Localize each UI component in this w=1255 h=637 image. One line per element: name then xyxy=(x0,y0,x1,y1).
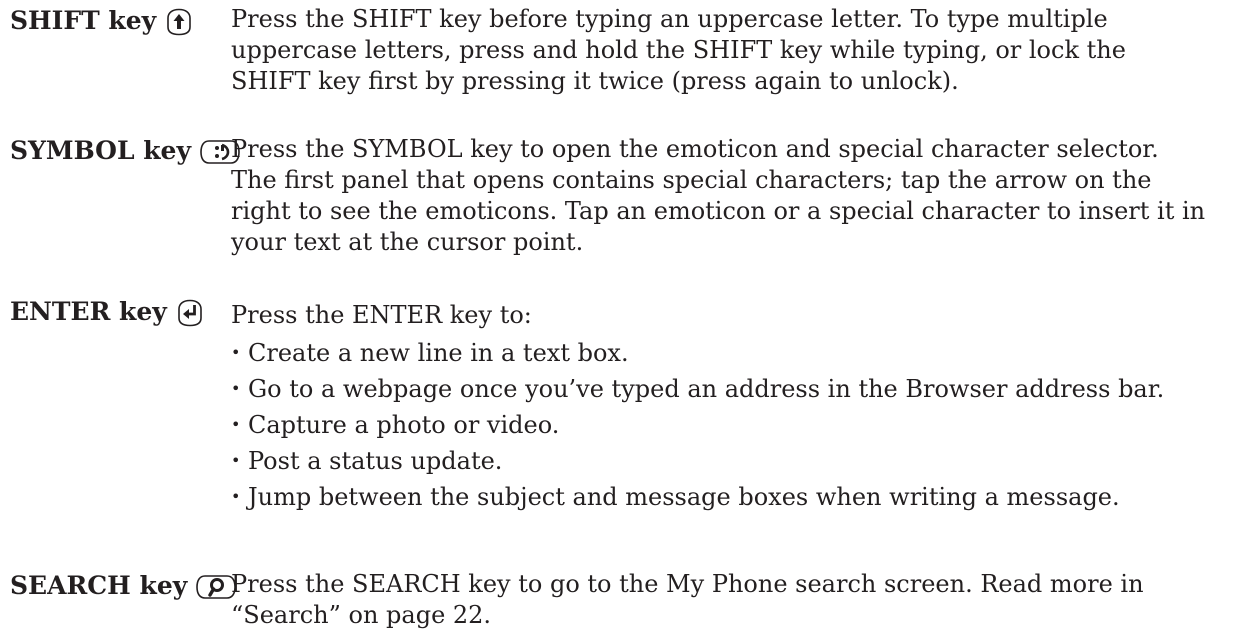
search-desc-line: “Search” on page 22. xyxy=(231,601,492,629)
enter-key-description: Press the ENTER key to: Create a new lin… xyxy=(231,295,1251,515)
symbol-desc-line: The first panel that opens contains spec… xyxy=(231,166,1152,194)
search-key-term: SEARCH key xyxy=(10,569,237,603)
list-item: Post a status update. xyxy=(231,443,1251,479)
symbol-key-description: Press the SYMBOL key to open the emotico… xyxy=(231,134,1251,258)
enter-bullet-list: Create a new line in a text box. Go to a… xyxy=(231,335,1251,515)
symbol-desc-line: right to see the emoticons. Tap an emoti… xyxy=(231,197,1206,225)
search-key-description: Press the SEARCH key to go to the My Pho… xyxy=(231,569,1251,631)
shift-key-label: SHIFT key xyxy=(10,6,157,35)
enter-key-term: ENTER key xyxy=(10,295,205,329)
shift-key-description: Press the SHIFT key before typing an upp… xyxy=(231,4,1251,97)
enter-key-label: ENTER key xyxy=(10,297,167,326)
symbol-key-term: SYMBOL key xyxy=(10,134,241,168)
list-item: Jump between the subject and message box… xyxy=(231,479,1251,515)
shift-desc-line: uppercase letters, press and hold the SH… xyxy=(231,36,1126,64)
shift-key-term: SHIFT key xyxy=(10,4,194,38)
search-key-label: SEARCH key xyxy=(10,571,188,600)
search-desc-line: Press the SEARCH key to go to the My Pho… xyxy=(231,570,1144,598)
enter-desc-lead: Press the ENTER key to: xyxy=(231,301,532,329)
list-item: Create a new line in a text box. xyxy=(231,335,1251,371)
shift-desc-line: SHIFT key first by pressing it twice (pr… xyxy=(231,67,959,95)
enter-return-icon xyxy=(175,298,205,328)
shift-arrow-up-icon xyxy=(164,7,194,37)
list-item: Go to a webpage once you’ve typed an add… xyxy=(231,371,1251,407)
list-item: Capture a photo or video. xyxy=(231,407,1251,443)
symbol-desc-line: Press the SYMBOL key to open the emotico… xyxy=(231,135,1159,163)
symbol-desc-line: your text at the cursor point. xyxy=(231,228,584,256)
symbol-key-label: SYMBOL key xyxy=(10,136,191,165)
shift-desc-line: Press the SHIFT key before typing an upp… xyxy=(231,5,1108,33)
